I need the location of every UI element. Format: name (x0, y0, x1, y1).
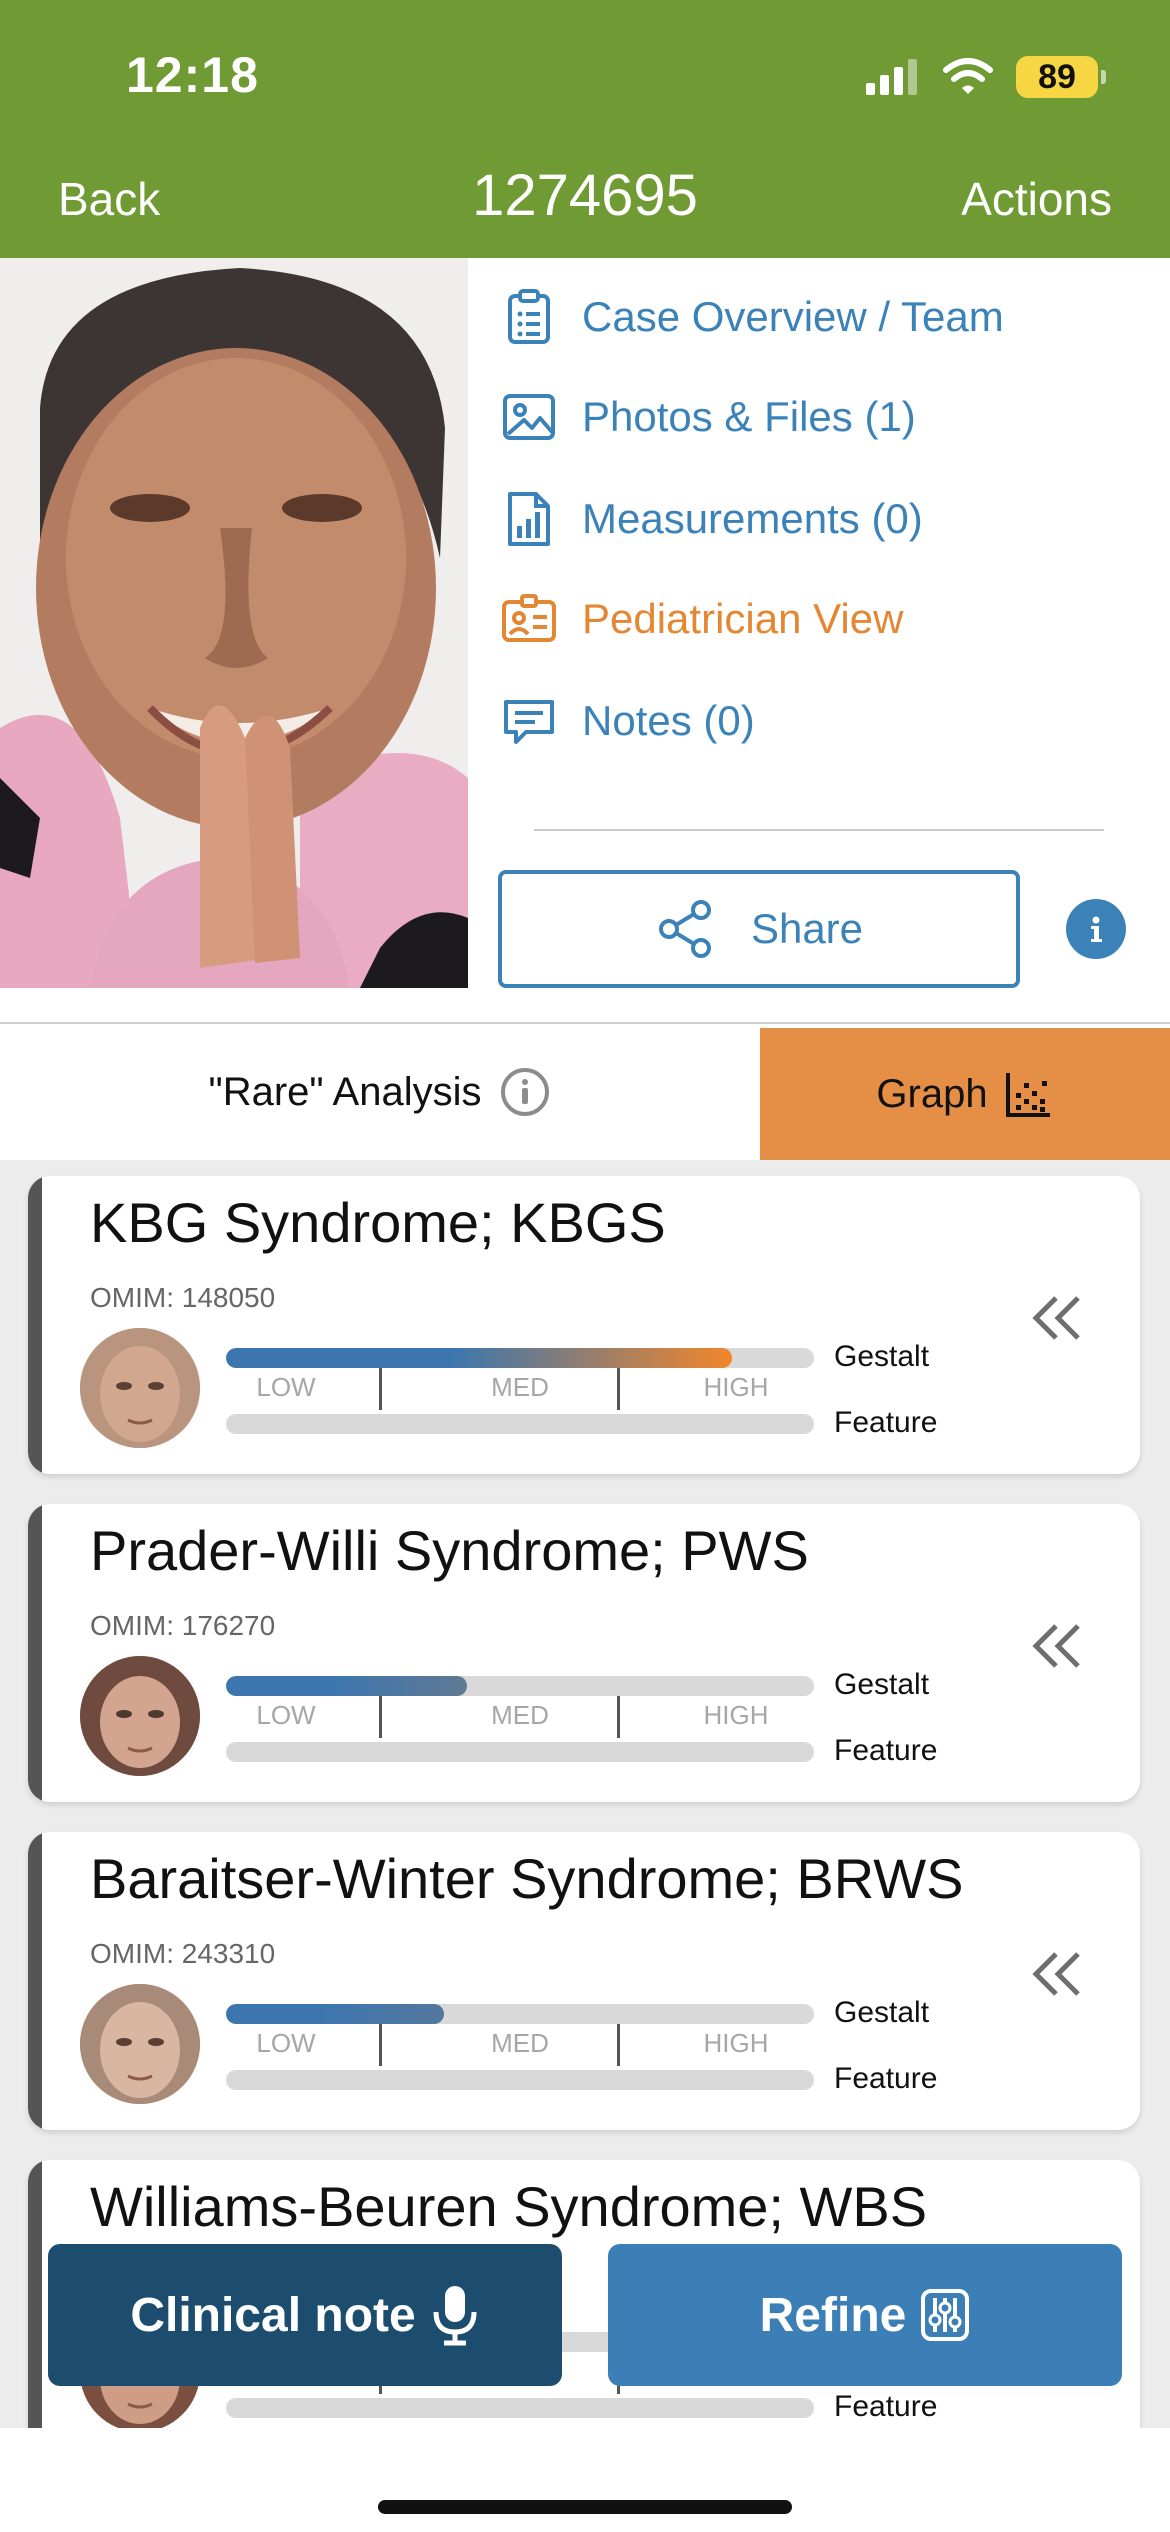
gestalt-label: Gestalt (834, 1996, 930, 2029)
notes-link[interactable]: Notes (0) (500, 686, 755, 756)
photos-files-label: Photos & Files (1) (582, 393, 916, 440)
scatter-chart-icon (1005, 1073, 1050, 1117)
id-card-icon (502, 594, 556, 642)
scale-med-label: MED (491, 1700, 549, 1730)
case-overview-label: Case Overview / Team (582, 293, 1004, 340)
composite-face-avatar (80, 1984, 200, 2104)
feature-bar (226, 1742, 814, 1762)
chart-document-icon (508, 492, 550, 546)
home-indicator (378, 2500, 792, 2514)
measurements-link[interactable]: Measurements (0) (500, 484, 923, 554)
tab-rare-analysis-label: "Rare" Analysis (208, 1069, 482, 1114)
back-button[interactable]: Back (58, 172, 160, 226)
omim-id: OMIM: 148050 (90, 1282, 276, 1313)
menu-divider (534, 829, 1104, 831)
gestalt-bar-fill (226, 1348, 732, 1368)
pediatrician-view-label: Pediatrician View (582, 595, 904, 642)
scale-high-label: HIGH (703, 1700, 769, 1730)
gestalt-bar (226, 1676, 814, 1696)
patient-photo[interactable] (0, 258, 468, 988)
scale-high-label: HIGH (703, 2028, 769, 2058)
feature-label: Feature (834, 1734, 938, 1767)
composite-face-avatar (80, 1656, 200, 1776)
image-icon (503, 394, 555, 440)
feature-label: Feature (834, 2390, 938, 2423)
chevron-double-left-icon[interactable] (1026, 1942, 1090, 2006)
chat-icon (504, 700, 554, 744)
nav-bar: Back 1274695 Actions (0, 142, 1170, 258)
clinical-note-button[interactable]: Clinical note (48, 2244, 562, 2386)
feature-bar (226, 2398, 814, 2418)
gestalt-bar-fill (226, 2004, 444, 2024)
info-outline-icon[interactable] (499, 1066, 551, 1118)
feature-bar (226, 2070, 814, 2090)
omim-id: OMIM: 176270 (90, 1610, 276, 1641)
chevron-double-left-icon[interactable] (1026, 1614, 1090, 1678)
feature-label: Feature (834, 1406, 938, 1439)
result-card[interactable]: KBG Syndrome; KBGS OMIM: 148050 LOW MED … (28, 1176, 1140, 1474)
wifi-icon (943, 58, 993, 94)
chevron-double-left-icon[interactable] (1026, 1286, 1090, 1350)
syndrome-title: Prader-Willi Syndrome; PWS (90, 1519, 809, 1582)
status-icons: 89 (864, 52, 1106, 102)
clipboard-list-icon (508, 289, 550, 344)
tab-rare-analysis[interactable]: "Rare" Analysis (0, 1024, 760, 1160)
tab-graph-label: Graph (876, 1071, 988, 1116)
sliders-icon (921, 2289, 970, 2341)
scale-tick (617, 1368, 620, 1410)
syndrome-title: Williams-Beuren Syndrome; WBS (90, 2175, 928, 2238)
gestalt-label: Gestalt (834, 1340, 930, 1373)
battery-indicator: 89 (1016, 56, 1106, 98)
scale-low-label: LOW (256, 2028, 316, 2058)
feature-label: Feature (834, 2062, 938, 2095)
composite-face-avatar (80, 1328, 200, 1448)
notes-label: Notes (0) (582, 697, 755, 744)
result-card[interactable]: Prader-Willi Syndrome; PWS OMIM: 176270 … (28, 1504, 1140, 1802)
tab-graph[interactable]: Graph (760, 1028, 1170, 1160)
info-icon[interactable] (1066, 899, 1126, 959)
share-icon (658, 900, 711, 958)
scale-low-label: LOW (256, 1372, 316, 1402)
share-label: Share (750, 905, 864, 952)
scale-tick (617, 1696, 620, 1738)
omim-id: OMIM: 243310 (90, 1938, 276, 1969)
signal-icon (866, 59, 917, 95)
home-bar (0, 2428, 1170, 2532)
photos-files-link[interactable]: Photos & Files (1) (500, 382, 916, 452)
syndrome-title: KBG Syndrome; KBGS (90, 1191, 666, 1254)
feature-bar (226, 1414, 814, 1434)
actions-button[interactable]: Actions (961, 172, 1112, 226)
result-card[interactable]: Baraitser-Winter Syndrome; BRWS OMIM: 24… (28, 1832, 1140, 2130)
scale-tick (617, 2024, 620, 2066)
status-bar: 12:18 89 (0, 0, 1170, 142)
results-list: KBG Syndrome; KBGS OMIM: 148050 LOW MED … (0, 1160, 1170, 2428)
refine-label: Refine (759, 2288, 907, 2342)
scale-low-label: LOW (256, 1700, 316, 1730)
case-overview-link[interactable]: Case Overview / Team (500, 282, 1004, 352)
pediatrician-view-link[interactable]: Pediatrician View (500, 584, 903, 654)
card-accent (28, 1832, 42, 2130)
clinical-note-label: Clinical note (130, 2288, 416, 2342)
gestalt-label: Gestalt (834, 1668, 930, 1701)
gestalt-bar-fill (226, 1676, 468, 1696)
scale-tick (379, 1368, 382, 1410)
gestalt-bar (226, 1348, 814, 1368)
scale-med-label: MED (491, 1372, 549, 1402)
card-accent (28, 1176, 42, 1474)
card-accent (28, 2160, 42, 2428)
microphone-icon (433, 2286, 477, 2346)
scale-high-label: HIGH (703, 1372, 769, 1402)
status-time: 12:18 (126, 47, 259, 103)
measurements-label: Measurements (0) (582, 495, 923, 542)
scale-tick (379, 1696, 382, 1738)
card-accent (28, 1504, 42, 1802)
scale-tick (379, 2024, 382, 2066)
scale-med-label: MED (491, 2028, 549, 2058)
share-button[interactable]: Share (498, 870, 1020, 988)
refine-button[interactable]: Refine (608, 2244, 1122, 2386)
syndrome-title: Baraitser-Winter Syndrome; BRWS (90, 1847, 964, 1910)
gestalt-bar (226, 2004, 814, 2024)
